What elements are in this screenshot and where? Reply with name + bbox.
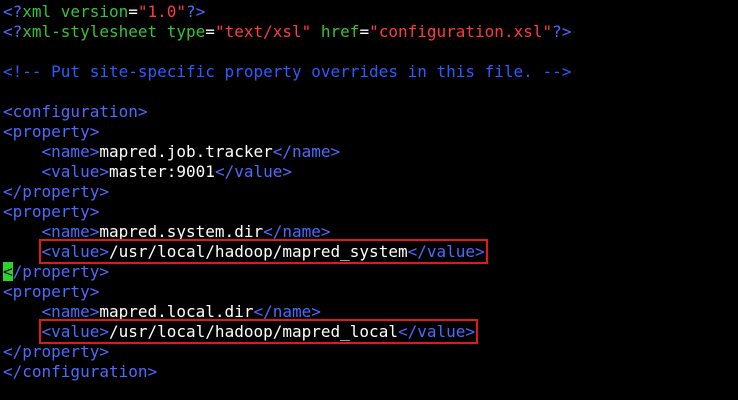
element-value: mapred.local.dir	[99, 302, 254, 321]
xml-tag: <property>	[3, 202, 100, 221]
close-tag: </name>	[253, 302, 321, 321]
element-value: master:9001	[108, 162, 215, 181]
open-tag: <name>	[41, 222, 100, 241]
code-line: </property>	[3, 262, 738, 282]
xml-element: <name>mapred.job.tracker</name>	[42, 142, 341, 161]
highlighted-element: <value>/usr/local/hadoop/mapred_system</…	[38, 239, 488, 264]
xml-tag: </configuration>	[3, 362, 158, 381]
element-value: mapred.system.dir	[99, 222, 264, 241]
xml-editor[interactable]: <?xml version="1.0"?> <?xml-stylesheet ty…	[3, 2, 738, 382]
attribute-value: "1.0"	[137, 2, 187, 21]
equals-sign: =	[128, 2, 138, 21]
code-line: <configuration>	[3, 102, 738, 122]
xml-tag: <property>	[3, 282, 100, 301]
open-tag: <value>	[41, 322, 109, 341]
attribute-value: "configuration.xsl"	[369, 22, 553, 41]
pi-open: <?	[3, 22, 23, 41]
pi-open: <?	[3, 2, 23, 21]
close-tag: </name>	[263, 222, 331, 241]
close-tag: </value>	[397, 322, 476, 341]
attribute-name: type	[166, 22, 206, 41]
code-line: </configuration>	[3, 362, 738, 382]
pi-close: ?>	[186, 2, 206, 21]
element-value: /usr/local/hadoop/mapred_local	[108, 322, 398, 341]
equals-sign: =	[359, 22, 370, 41]
xml-tag: </property>	[3, 342, 109, 361]
xml-tag: <property>	[3, 122, 100, 141]
close-tag: </value>	[407, 242, 485, 261]
text-cursor[interactable]: <	[3, 262, 13, 281]
pi-keyword: xml-stylesheet	[22, 22, 167, 41]
xml-tag: </property>	[3, 182, 109, 201]
code-line: <property>	[3, 122, 738, 142]
xml-element: <value>master:9001</value>	[42, 162, 292, 181]
element-value: /usr/local/hadoop/mapred_system	[108, 242, 408, 261]
attribute-value: "text/xsl"	[214, 22, 312, 41]
code-line: <!-- Put site-specific property override…	[3, 62, 738, 82]
pi-keyword: xml version	[22, 2, 129, 21]
highlighted-element: <value>/usr/local/hadoop/mapred_local</v…	[38, 319, 479, 344]
code-line: <name>mapred.job.tracker</name>	[3, 142, 738, 162]
xml-tag: /property>	[12, 262, 109, 281]
code-line: <name>mapred.system.dir</name>	[3, 222, 738, 242]
code-line: <name>mapred.local.dir</name>	[3, 302, 738, 322]
code-line: <value>/usr/local/hadoop/mapred_local</v…	[3, 319, 738, 344]
open-tag: <value>	[41, 242, 109, 261]
close-tag: </name>	[272, 142, 341, 161]
code-line: <property>	[3, 202, 738, 222]
xml-tag: <configuration>	[3, 102, 148, 121]
code-line: </property>	[3, 182, 738, 202]
code-line: <?xml version="1.0"?>	[3, 2, 738, 22]
element-value: mapred.job.tracker	[99, 142, 273, 161]
code-line: <value>/usr/local/hadoop/mapred_system</…	[3, 239, 738, 264]
open-tag: <name>	[41, 142, 100, 161]
pi-close: ?>	[552, 22, 572, 41]
code-line: <?xml-stylesheet type="text/xsl" href="c…	[3, 22, 738, 42]
close-tag: </value>	[214, 162, 292, 181]
code-line: <property>	[3, 282, 738, 302]
xml-element: <name>mapred.local.dir</name>	[42, 302, 321, 321]
open-tag: <name>	[41, 302, 100, 321]
code-line: <value>master:9001</value>	[3, 162, 738, 182]
xml-comment: <!-- Put site-specific property override…	[3, 62, 572, 81]
attribute-name: href	[320, 22, 360, 41]
code-line: </property>	[3, 342, 738, 362]
open-tag: <value>	[41, 162, 109, 181]
xml-element: <name>mapred.system.dir</name>	[42, 222, 331, 241]
equals-sign: =	[205, 22, 215, 41]
